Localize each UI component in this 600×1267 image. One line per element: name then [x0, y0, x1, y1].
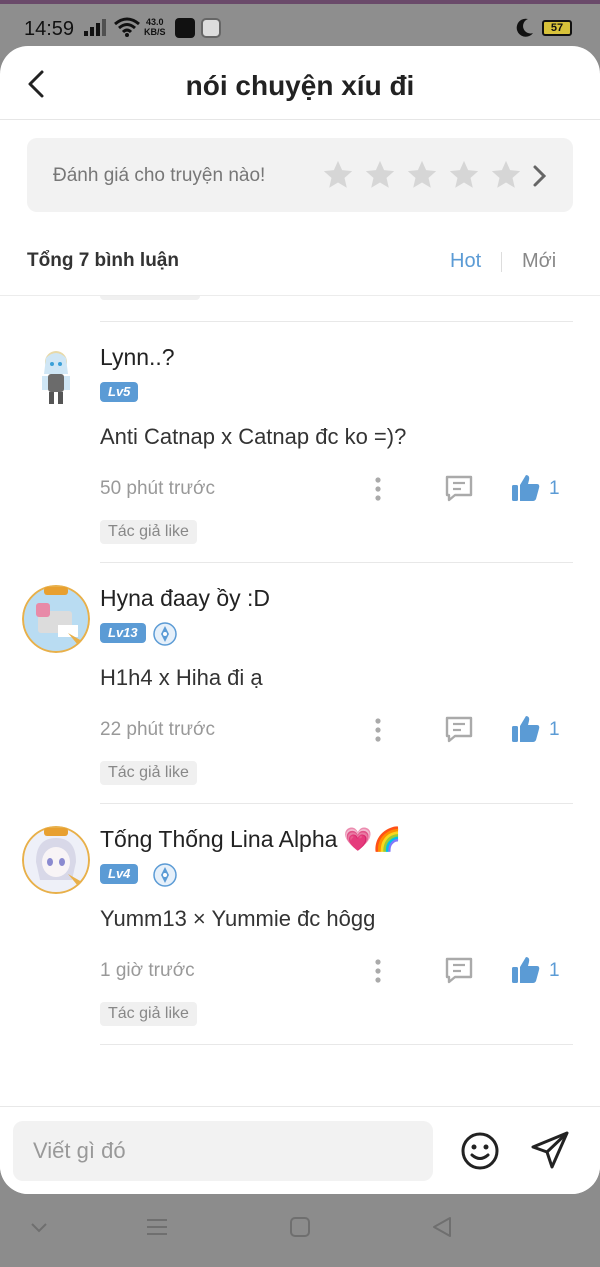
star-icon[interactable] [405, 158, 439, 192]
comment-time: 1 giờ trước [100, 960, 195, 981]
author-like-tag: Tác giả like [100, 761, 197, 785]
comment-time: 50 phút trước [100, 478, 215, 499]
comment-item: Tống Thống Lina Alpha 💗🌈 Lv4 Yumm13 × Yu… [0, 804, 600, 1045]
back-triangle-icon[interactable] [430, 1216, 454, 1238]
reply-icon[interactable] [443, 954, 475, 986]
divider [100, 1044, 573, 1045]
wifi-icon [114, 17, 140, 37]
net-speed: 43.0 KB/S [144, 17, 166, 37]
reply-icon[interactable] [443, 472, 475, 504]
comments-header: Tổng 7 bình luận Hot Mới [0, 242, 600, 278]
comment-text: Anti Catnap x Catnap đc ko =)? [100, 424, 407, 449]
avatar[interactable] [22, 344, 90, 412]
author-like-tag: Tác giả like [100, 520, 197, 544]
page-title: nói chuyện xíu đi [185, 70, 415, 101]
send-icon[interactable] [529, 1129, 571, 1171]
menu-icon[interactable] [145, 1216, 169, 1238]
thumbs-up-icon[interactable] [510, 713, 542, 745]
sort-new-tab[interactable]: Mới [522, 250, 556, 273]
author-like-tag: Tác giả like [100, 1002, 197, 1026]
comment-composer [0, 1106, 600, 1194]
comment-item: Hyna đaay ồy :D Lv13 H1h4 x Hiha đi ạ 22… [0, 563, 600, 804]
thumbs-up-icon[interactable] [510, 472, 542, 504]
more-dots-icon[interactable] [368, 474, 388, 504]
sheet-header: nói chuyện xíu đi [0, 46, 600, 120]
more-dots-icon[interactable] [368, 715, 388, 745]
comment-time: 22 phút trước [100, 719, 215, 740]
comment-list[interactable]: Lynn..? Lv5 Anti Catnap x Catnap đc ko =… [0, 296, 600, 1106]
signal-icon [84, 18, 106, 36]
level-badge: Lv5 [100, 382, 139, 402]
rating-stars [321, 158, 523, 192]
app-notification-icon-2 [201, 18, 221, 38]
comments-sheet: nói chuyện xíu đi Đánh giá cho truyện nà… [0, 46, 600, 1194]
avatar[interactable] [22, 585, 90, 653]
moon-icon [516, 18, 533, 37]
author-like-tag-partial [100, 296, 200, 300]
comment-text: Yumm13 × Yummie đc hôgg [100, 906, 376, 931]
star-icon[interactable] [447, 158, 481, 192]
level-badge: Lv4 [100, 864, 139, 884]
nav-hide-icon[interactable] [28, 1216, 50, 1238]
sort-hot-tab[interactable]: Hot [450, 250, 481, 273]
more-dots-icon[interactable] [368, 956, 388, 986]
chevron-right-icon[interactable] [529, 162, 549, 190]
like-count: 1 [549, 719, 560, 740]
sort-divider [501, 252, 502, 272]
avatar[interactable] [22, 826, 90, 894]
writer-badge-icon [153, 863, 177, 887]
comment-input[interactable] [13, 1121, 433, 1181]
star-icon[interactable] [489, 158, 523, 192]
reply-icon[interactable] [443, 713, 475, 745]
like-count: 1 [549, 960, 560, 981]
star-icon[interactable] [363, 158, 397, 192]
comment-author[interactable]: Tống Thống Lina Alpha 💗🌈 [100, 826, 401, 853]
system-nav-bar [0, 1194, 600, 1267]
emoji-icon[interactable] [460, 1131, 500, 1171]
comment-count: Tổng 7 bình luận [27, 250, 179, 271]
comment-author[interactable]: Hyna đaay ồy :D [100, 585, 270, 612]
writer-badge-icon [153, 622, 177, 646]
status-accent-line [0, 0, 600, 4]
home-icon[interactable] [289, 1216, 311, 1238]
comment-item: Lynn..? Lv5 Anti Catnap x Catnap đc ko =… [0, 322, 600, 563]
star-icon[interactable] [321, 158, 355, 192]
level-badge: Lv13 [100, 623, 146, 643]
comment-text: H1h4 x Hiha đi ạ [100, 665, 263, 690]
status-time: 14:59 [24, 18, 75, 40]
rating-label: Đánh giá cho truyện nào! [53, 165, 266, 186]
like-count: 1 [549, 478, 560, 499]
thumbs-up-icon[interactable] [510, 954, 542, 986]
battery-icon: 57 [542, 20, 572, 36]
rating-box[interactable]: Đánh giá cho truyện nào! [27, 138, 573, 212]
comment-author[interactable]: Lynn..? [100, 344, 175, 371]
app-notification-icon [175, 18, 195, 38]
